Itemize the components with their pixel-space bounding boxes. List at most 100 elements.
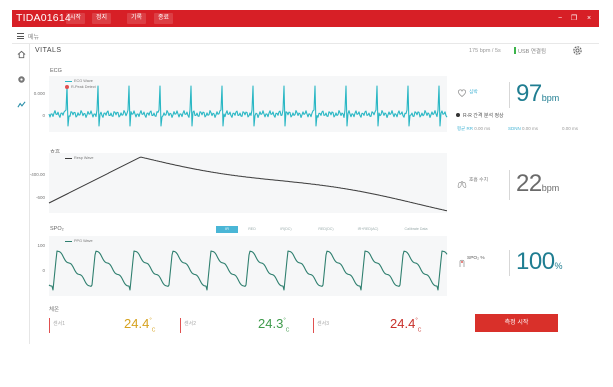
respiration-number: 22 xyxy=(516,170,542,197)
menu-row: 메뉴 xyxy=(12,29,599,43)
heart-rate-panel: 심박 97bpm xyxy=(452,80,598,110)
tab-red-dc[interactable]: RED(DC) xyxy=(309,226,343,233)
ecg-ytick: 0 xyxy=(42,113,45,118)
spo2-legend-swatch xyxy=(65,240,72,242)
spo2-legend-item: PPG Wave xyxy=(65,239,93,243)
connection-status-text: USB 연결됨 xyxy=(518,49,547,55)
tab-calibrate[interactable]: Calibrate Data xyxy=(392,226,440,233)
temp-sensor-name: 센서2 xyxy=(184,321,196,327)
separator xyxy=(509,82,510,108)
minimize-button[interactable]: − xyxy=(555,13,565,24)
resp-legend-item: Resp Wave xyxy=(65,156,93,160)
menu-exit-button[interactable]: 종료 xyxy=(154,13,174,24)
respiration-unit: bpm xyxy=(541,183,560,193)
spo2-waveform xyxy=(48,250,448,291)
temp-number: 24.3 xyxy=(258,316,284,331)
spo2-unit: % xyxy=(554,261,563,271)
tab-red[interactable]: RED xyxy=(241,226,263,233)
tab-ir[interactable]: IR xyxy=(216,226,238,233)
rr-metric: 평균 RR 0.00 ms xyxy=(457,126,490,132)
respiration-panel: 호흡 수치 22bpm xyxy=(452,168,598,202)
respiration-value: 22bpm xyxy=(516,170,559,198)
menu-stop-button[interactable]: 정지 xyxy=(92,13,112,24)
heart-rate-value: 97bpm xyxy=(516,80,559,108)
title-bar: TIDA01614 시작 정지 기록 종료 − ❐ × xyxy=(12,10,599,27)
heart-icon xyxy=(457,89,467,98)
spo2-number: 100 xyxy=(516,248,555,275)
metric-value: 0.00 ms xyxy=(522,126,539,131)
rpeak-legend-text: R-Peak Detect xyxy=(71,85,96,89)
finger-sensor-icon xyxy=(459,259,465,267)
app-title: TIDA01614 xyxy=(16,12,71,24)
spo2-panel: SPO₂ % 100% xyxy=(452,248,598,278)
rr-metric: 0.00 ms xyxy=(562,126,578,131)
ecg-plot xyxy=(48,85,448,127)
maximize-button[interactable]: ❐ xyxy=(569,13,579,24)
metric-key: 평균 RR xyxy=(457,126,474,131)
resp-plot xyxy=(48,156,448,212)
temp-value: 24.3°C xyxy=(258,316,290,334)
heart-rate-unit: bpm xyxy=(541,93,560,103)
resp-waveform xyxy=(48,156,448,212)
tab-ir-dc[interactable]: IR(DC) xyxy=(271,226,301,233)
temp-sensor-name: 센서1 xyxy=(53,321,65,327)
start-measure-button[interactable]: 측정 시작 xyxy=(475,314,558,332)
respiration-label: 호흡 수치 xyxy=(469,178,488,183)
connection-status: USB 연결됨 xyxy=(514,47,546,55)
home-icon[interactable] xyxy=(17,50,26,59)
spo2-value-label: SPO₂ % xyxy=(467,256,485,261)
resp-legend-text: Resp Wave xyxy=(74,156,94,160)
metric-value: 0.00 ms xyxy=(474,126,491,131)
tab-ir-red-ac[interactable]: IR+RED(AC) xyxy=(349,226,387,233)
lungs-icon xyxy=(457,181,467,188)
separator xyxy=(509,170,510,200)
ecg-waveform xyxy=(48,85,448,127)
settings-icon[interactable] xyxy=(17,75,26,84)
metric-value: 0.00 ms xyxy=(562,126,579,131)
temp-indicator xyxy=(180,318,181,333)
resp-chart: Resp Wave xyxy=(48,153,448,213)
temp-value: 24.4°C xyxy=(390,316,422,334)
temp-indicator xyxy=(313,318,314,333)
ecg-label: ECG xyxy=(50,68,62,74)
rr-status-text: R-R 간격 분석 정상 xyxy=(463,113,504,119)
rpeak-legend-item: R-Peak Detect xyxy=(65,85,96,89)
rpeak-legend-dot xyxy=(65,85,69,89)
temp-number: 24.4 xyxy=(390,316,416,331)
menu-start-button[interactable]: 시작 xyxy=(66,13,86,24)
hamburger-icon[interactable] xyxy=(17,33,24,39)
chart-icon[interactable] xyxy=(17,100,26,109)
app-window: TIDA01614 시작 정지 기록 종료 − ❐ × 메뉴 VITALS 17… xyxy=(0,0,613,387)
divider xyxy=(12,43,599,44)
heart-rate-number: 97 xyxy=(516,80,542,107)
ecg-legend-text: ECG Wave xyxy=(74,79,93,83)
temp-indicator xyxy=(49,318,50,333)
resp-legend-swatch xyxy=(65,157,72,159)
spo2-label: SPO₂ xyxy=(50,226,64,232)
temp-sensor-name: 센서3 xyxy=(317,321,329,327)
temperature-label: 체온 xyxy=(49,307,60,313)
status-dot-icon xyxy=(456,113,460,117)
ecg-legend-swatch xyxy=(65,80,72,82)
temp-number: 24.4 xyxy=(124,316,150,331)
spo2-ytick: 0 xyxy=(42,268,45,273)
ecg-legend-item: ECG Wave xyxy=(65,79,93,83)
resp-ytick: -400.00 xyxy=(29,172,45,177)
left-nav xyxy=(12,44,30,344)
menu-label: 메뉴 xyxy=(28,35,40,41)
rr-metric: SDNN 0.00 ms xyxy=(508,126,538,131)
status-indicator-icon xyxy=(514,47,516,54)
separator xyxy=(509,250,510,276)
header-info: 175 bpm / 5s xyxy=(469,48,501,54)
heart-rate-label: 심박 xyxy=(469,90,478,95)
spo2-legend-text: PPG Wave xyxy=(74,239,93,243)
gear-icon[interactable] xyxy=(572,45,583,56)
temp-value: 24.4°C xyxy=(124,316,156,334)
ecg-ytick: 0.000 xyxy=(33,91,45,96)
menu-record-button[interactable]: 기록 xyxy=(127,13,147,24)
close-button[interactable]: × xyxy=(584,13,594,24)
spo2-value: 100% xyxy=(516,248,563,276)
spo2-chart: PPG Wave xyxy=(48,236,448,296)
ecg-chart: ECG Wave R-Peak Detect xyxy=(48,76,448,132)
spo2-ytick: 100 xyxy=(37,243,45,248)
